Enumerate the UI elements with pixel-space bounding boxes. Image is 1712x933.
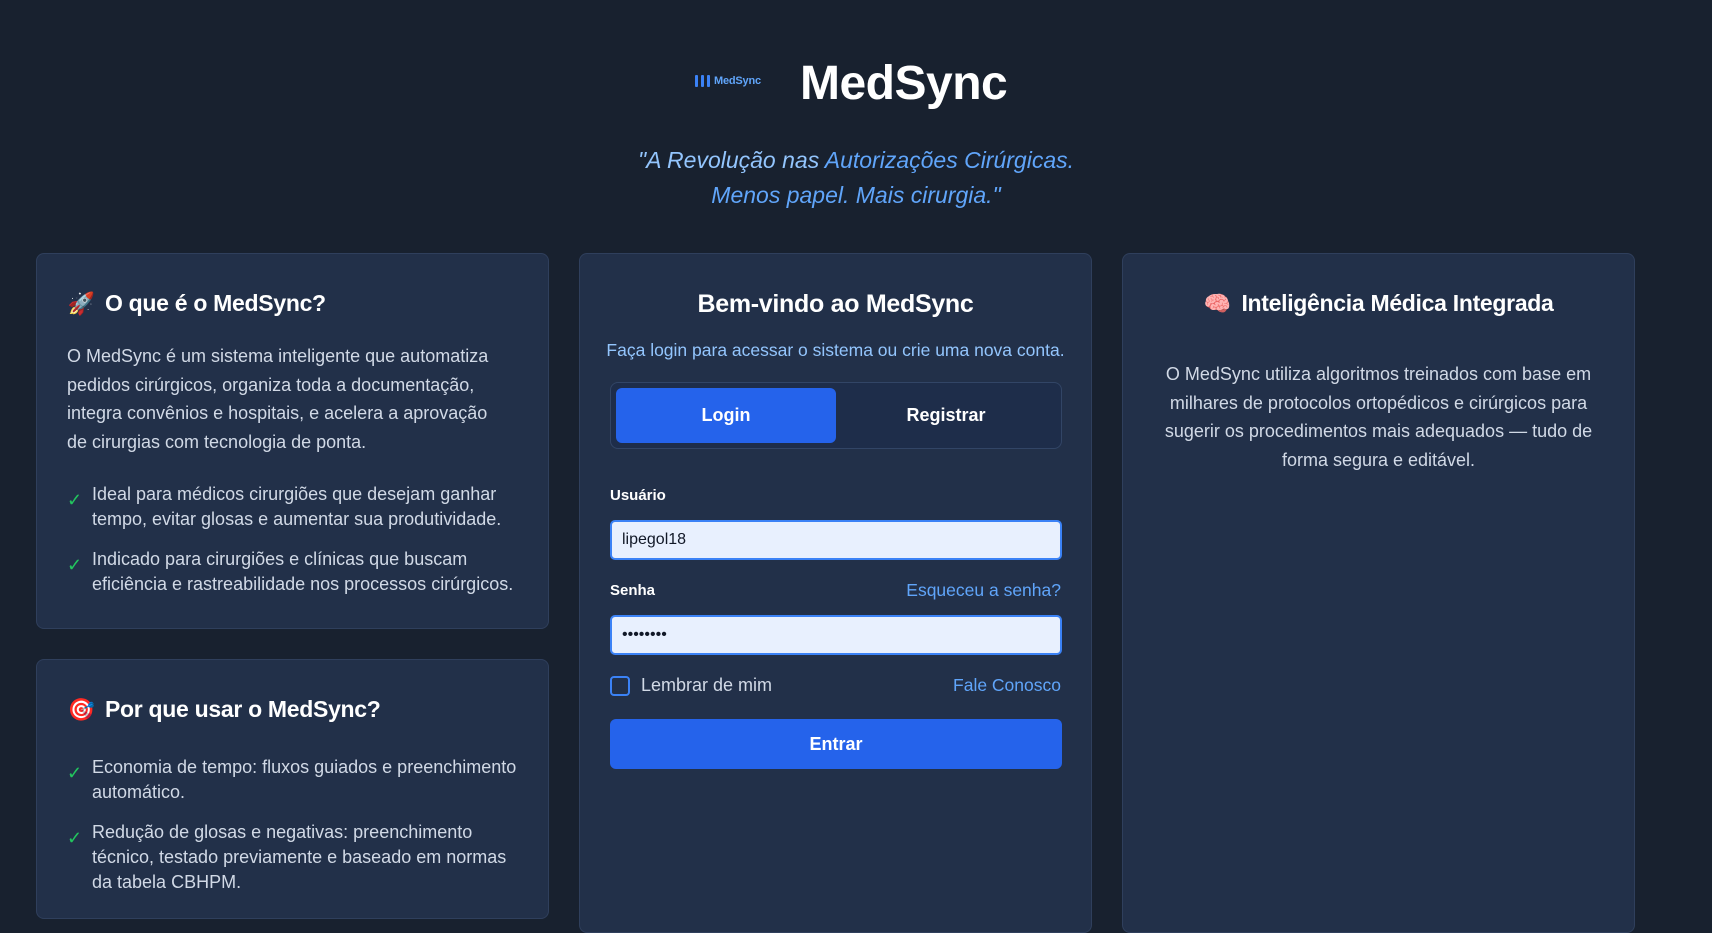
target-icon: 🎯 <box>67 696 95 722</box>
ai-paragraph: O MedSync utiliza algoritmos treinados c… <box>1164 364 1593 470</box>
logo-bars-icon <box>695 75 710 87</box>
list-item-text: Ideal para médicos cirurgiões que deseja… <box>92 484 502 529</box>
password-label: Senha <box>610 582 656 599</box>
why-checklist: ✓ Economia de tempo: fluxos guiados e pre… <box>67 755 528 910</box>
ai-heading-text: Inteligência Médica Integrada <box>1241 290 1554 316</box>
remember-me-label[interactable]: Lembrar de mim <box>641 675 772 696</box>
about-card: 🚀 O que é o MedSync? O MedSync é um sist… <box>36 253 549 629</box>
tagline-highlight: Autorizações Cirúrgicas. <box>824 147 1074 173</box>
list-item: ✓ Economia de tempo: fluxos guiados e pre… <box>67 755 528 805</box>
rocket-icon: 🚀 <box>67 290 95 316</box>
list-item-text: Indicado para cirurgiões e clínicas que … <box>92 549 514 594</box>
tagline-line-2: Menos papel. Mais cirurgia." <box>711 182 1001 208</box>
check-icon: ✓ <box>67 828 83 848</box>
forgot-password-link[interactable]: Esqueceu a senha? <box>906 580 1061 601</box>
remember-me-checkbox[interactable] <box>610 676 630 696</box>
contact-link[interactable]: Fale Conosco <box>953 675 1061 696</box>
why-card: 🎯 Por que usar o MedSync? ✓ Economia de t… <box>36 659 549 919</box>
list-item: ✓ Redução de glosas e negativas: preenchi… <box>67 820 528 895</box>
login-title: Bem-vindo ao MedSync <box>697 290 974 318</box>
username-label: Usuário <box>610 487 666 504</box>
check-icon: ✓ <box>67 763 83 783</box>
about-heading-text: O que é o MedSync? <box>105 290 326 316</box>
username-input[interactable]: lipegol18 <box>610 520 1062 560</box>
tagline: "A Revolução nas Autorizações Cirúrgicas… <box>0 143 1712 213</box>
medsync-logo: MedSync <box>695 73 767 89</box>
list-item: ✓ Indicado para cirurgiões e clínicas que… <box>67 547 528 597</box>
ai-card: 🧠 Inteligência Médica Integrada O MedSyn… <box>1122 253 1635 933</box>
check-icon: ✓ <box>67 490 83 510</box>
tab-register[interactable]: Registrar <box>836 388 1056 443</box>
about-checklist: ✓ Ideal para médicos cirurgiões que desej… <box>67 482 528 612</box>
list-item: ✓ Ideal para médicos cirurgiões que desej… <box>67 482 528 532</box>
about-heading: 🚀 O que é o MedSync? <box>67 290 326 317</box>
tagline-prefix: "A Revolução nas <box>638 147 825 173</box>
check-icon: ✓ <box>67 555 83 575</box>
list-item-text: Economia de tempo: fluxos guiados e pree… <box>92 757 517 802</box>
password-input[interactable]: •••••••• <box>610 615 1062 655</box>
login-subtitle: Faça login para acessar o sistema ou cri… <box>606 340 1065 360</box>
page-title: MedSync <box>800 57 1008 110</box>
about-paragraph: O MedSync é um sistema inteligente que a… <box>67 346 489 452</box>
tagline-line-1: "A Revolução nas Autorizações Cirúrgicas… <box>0 143 1712 178</box>
why-heading: 🎯 Por que usar o MedSync? <box>67 696 381 723</box>
login-submit-button[interactable]: Entrar <box>610 719 1062 769</box>
list-item-text: Redução de glosas e negativas: preenchim… <box>92 822 507 892</box>
brain-icon: 🧠 <box>1203 290 1231 316</box>
logo-text: MedSync <box>714 75 761 87</box>
ai-heading: 🧠 Inteligência Médica Integrada <box>1123 290 1634 317</box>
tab-login[interactable]: Login <box>616 388 836 443</box>
auth-tabs: Login Registrar <box>610 382 1062 449</box>
page-header: MedSync MedSync "A Revolução nas Autoriz… <box>0 0 1712 240</box>
why-heading-text: Por que usar o MedSync? <box>105 696 381 722</box>
login-card: Bem-vindo ao MedSync Faça login para ace… <box>579 253 1092 933</box>
